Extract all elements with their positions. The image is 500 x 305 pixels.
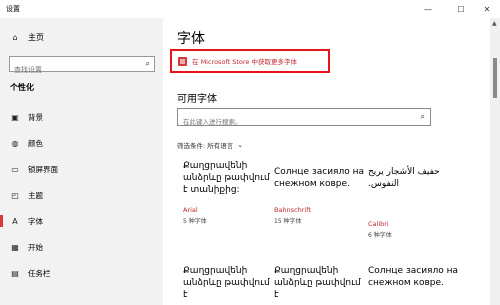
font-name: Bahnschrift bbox=[274, 206, 311, 214]
sidebar-item-colors[interactable]: ◍ 颜色 bbox=[0, 130, 163, 156]
minimize-button[interactable]: — bbox=[415, 0, 441, 18]
microsoft-store-link[interactable]: 在 Microsoft Store 中获取更多字体 bbox=[170, 49, 330, 73]
scrollbar[interactable]: ▲ bbox=[490, 18, 500, 305]
sidebar-item-label: 主题 bbox=[28, 190, 43, 200]
maximize-button[interactable]: ☐ bbox=[448, 0, 474, 18]
font-name: Arial bbox=[183, 206, 198, 214]
font-name: Calibri bbox=[368, 220, 389, 228]
sidebar-item-label: 颜色 bbox=[28, 138, 43, 148]
sidebar: ⌂ 主页 ⌕ 个性化 ▣ 背景 ◍ 颜色 ▭ 锁屏界面 ◰ 主题 A 字体 ▦ … bbox=[0, 18, 163, 305]
font-preview: Քաղցրավենի անձրևը թափվում է տանիքից: bbox=[183, 161, 270, 195]
search-icon[interactable]: ⌕ bbox=[146, 59, 150, 69]
page-title: 字体 bbox=[177, 31, 205, 47]
font-card-calibri[interactable]: حفيف الأشجار يريح النفوس. Calibri 6 种字体 bbox=[368, 166, 458, 239]
scroll-up-icon[interactable]: ▲ bbox=[492, 20, 497, 27]
font-count: 15 种字体 bbox=[274, 218, 302, 225]
available-fonts-heading: 可用字体 bbox=[177, 94, 217, 105]
sidebar-item-lock-screen[interactable]: ▭ 锁屏界面 bbox=[0, 156, 163, 182]
title-bar: 设置 — ☐ ✕ bbox=[0, 0, 500, 18]
sidebar-item-taskbar[interactable]: ▤ 任务栏 bbox=[0, 260, 163, 286]
font-count: 6 种字体 bbox=[368, 232, 392, 239]
sidebar-item-start[interactable]: ▦ 开始 bbox=[0, 234, 163, 260]
font-preview: Քաղցրավենի անձրևը թափվում է bbox=[274, 266, 361, 300]
sidebar-nav: ▣ 背景 ◍ 颜色 ▭ 锁屏界面 ◰ 主题 A 字体 ▦ 开始 ▤ 任务栏 bbox=[0, 104, 163, 286]
settings-search-input[interactable] bbox=[10, 63, 130, 77]
font-search-box[interactable]: ⌕ bbox=[177, 108, 431, 130]
language-filter-dropdown[interactable]: 筛选条件: 所有语言 ⌄ bbox=[177, 140, 243, 150]
home-link[interactable]: ⌂ 主页 bbox=[10, 32, 44, 43]
font-card-arial[interactable]: Քաղցրավենի անձրևը թափվում է տանիքից: Ari… bbox=[183, 160, 273, 225]
font-preview: Солнце засияло на снежном ковре. bbox=[368, 266, 458, 288]
sidebar-item-themes[interactable]: ◰ 主题 bbox=[0, 182, 163, 208]
sidebar-item-background[interactable]: ▣ 背景 bbox=[0, 104, 163, 130]
sidebar-item-label: 背景 bbox=[28, 112, 43, 122]
chevron-down-icon: ⌄ bbox=[237, 141, 244, 149]
sidebar-item-fonts[interactable]: A 字体 bbox=[0, 208, 163, 234]
home-icon: ⌂ bbox=[12, 33, 18, 42]
palette-icon: ◍ bbox=[11, 138, 19, 148]
sidebar-item-label: 开始 bbox=[28, 242, 43, 252]
settings-search-box[interactable]: ⌕ bbox=[9, 56, 155, 77]
taskbar-icon: ▤ bbox=[11, 268, 19, 278]
sidebar-item-label: 任务栏 bbox=[28, 268, 51, 278]
store-icon bbox=[178, 56, 187, 66]
start-icon: ▦ bbox=[11, 242, 19, 252]
home-label: 主页 bbox=[28, 33, 44, 42]
font-card[interactable]: Солнце засияло на снежном ковре. bbox=[368, 265, 458, 289]
font-card-bahnschrift[interactable]: Солнце засияло на снежном ковре. Bahnsch… bbox=[274, 166, 364, 225]
theme-icon: ◰ bbox=[11, 190, 19, 200]
section-title: 个性化 bbox=[10, 83, 34, 92]
store-link-label: 在 Microsoft Store 中获取更多字体 bbox=[192, 58, 297, 66]
font-card[interactable]: Քաղցրավենի անձրևը թափվում է bbox=[183, 265, 273, 301]
close-button[interactable]: ✕ bbox=[474, 0, 500, 18]
font-search-input[interactable] bbox=[178, 114, 398, 130]
filter-label: 筛选条件: 所有语言 bbox=[177, 142, 234, 150]
font-card[interactable]: Քաղցրավենի անձրևը թափվում է bbox=[274, 265, 364, 301]
scrollbar-thumb[interactable] bbox=[493, 58, 497, 98]
image-icon: ▣ bbox=[11, 112, 19, 122]
main-content: 字体 在 Microsoft Store 中获取更多字体 可用字体 ⌕ 筛选条件… bbox=[163, 18, 490, 305]
search-icon[interactable]: ⌕ bbox=[421, 112, 425, 122]
font-preview: Солнце засияло на снежном ковре. bbox=[274, 167, 364, 189]
sidebar-item-label: 字体 bbox=[28, 216, 43, 226]
lock-screen-icon: ▭ bbox=[11, 164, 19, 174]
sidebar-item-label: 锁屏界面 bbox=[28, 164, 58, 174]
window-title: 设置 bbox=[6, 5, 20, 13]
font-icon: A bbox=[12, 216, 18, 226]
font-preview: حفيف الأشجار يريح النفوس. bbox=[368, 167, 440, 189]
font-count: 5 种字体 bbox=[183, 218, 207, 225]
font-preview: Քաղցրավենի անձրևը թափվում է bbox=[183, 266, 270, 300]
